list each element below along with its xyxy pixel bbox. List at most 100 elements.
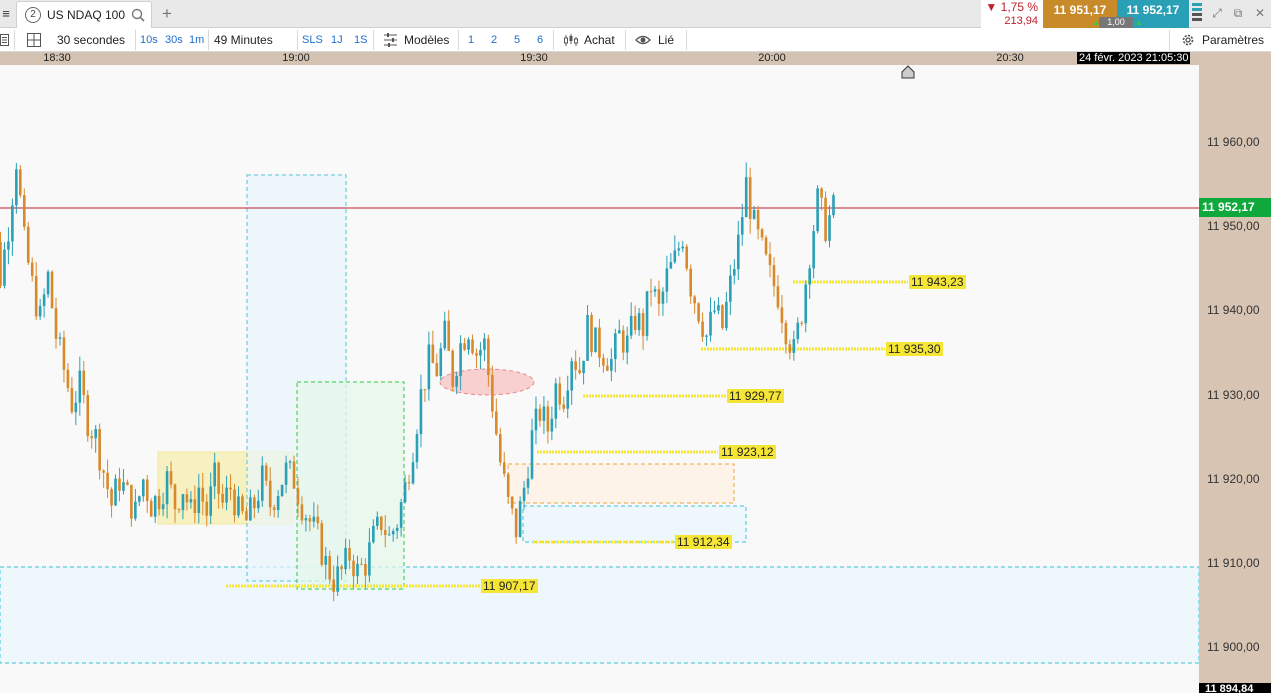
home-marker-icon[interactable] (901, 65, 915, 79)
candle-body (594, 327, 597, 353)
candle-body (292, 461, 296, 489)
candle-body (590, 315, 593, 353)
candle-body (209, 486, 213, 516)
candle-body (19, 169, 22, 196)
candle-body (0, 242, 2, 286)
order-book-icon[interactable] (1192, 3, 1202, 25)
level-label[interactable]: 11 907,17 (481, 579, 538, 593)
time-tick: 19:30 (520, 52, 548, 64)
candle-body (558, 383, 562, 405)
template-slot-1[interactable]: 1 (468, 28, 474, 52)
candle-body (467, 339, 470, 350)
duration-select[interactable]: 49 Minutes (214, 28, 273, 52)
candle-body (586, 315, 589, 361)
candle-body (713, 310, 716, 312)
templates-icon[interactable] (383, 28, 399, 52)
highlight-ellipse[interactable] (439, 368, 535, 396)
level-label[interactable]: 11 929,77 (727, 389, 784, 403)
gear-icon[interactable] (1180, 28, 1196, 52)
candle-body (102, 470, 105, 473)
settings-button[interactable]: Paramètres (1202, 28, 1264, 52)
candle-body (621, 330, 625, 353)
list-icon[interactable] (0, 28, 10, 52)
close-icon[interactable]: ✕ (1252, 5, 1268, 21)
range-1j[interactable]: 1J (331, 28, 343, 52)
price-tick: 11 930,00 (1207, 388, 1260, 402)
level-label[interactable]: 11 935,30 (886, 342, 943, 356)
template-slot-5[interactable]: 5 (514, 28, 520, 52)
candle-body (153, 496, 157, 517)
candle-body (233, 489, 236, 516)
candles-icon[interactable] (563, 28, 579, 52)
range-sls[interactable]: SLS (302, 28, 323, 52)
candle-body (820, 188, 823, 198)
divider (14, 30, 15, 50)
candle-body (249, 497, 252, 521)
candle-body (514, 508, 518, 538)
candle-body (328, 555, 332, 580)
candle-body (768, 254, 772, 266)
divider (297, 30, 298, 50)
tab-number-badge: 2 (25, 7, 41, 23)
search-icon[interactable] (131, 8, 145, 22)
template-slot-2[interactable]: 2 (491, 28, 497, 52)
candle-body (661, 291, 665, 304)
candle-body (538, 408, 542, 421)
interval-1m[interactable]: 1m (189, 28, 204, 52)
candle-body (471, 339, 474, 354)
tab-instrument[interactable]: 2 US NDAQ 100 (16, 1, 152, 28)
up-arrow-icon: ▲ (1135, 18, 1143, 27)
candle-body (296, 488, 300, 505)
expand-icon[interactable]: ⤢ (1209, 5, 1225, 21)
candle-body (665, 268, 669, 292)
candle-body (348, 547, 351, 561)
candle-body (7, 241, 10, 250)
layout-icon[interactable] (27, 28, 43, 52)
range-1s[interactable]: 1S (354, 28, 367, 52)
candle-body (360, 563, 363, 565)
candle-body (372, 525, 375, 543)
candle-body (383, 529, 387, 535)
template-slot-6[interactable]: 6 (537, 28, 543, 52)
interval-10s[interactable]: 10s (140, 28, 158, 52)
chart-area[interactable]: 11 943,23 11 935,30 11 929,77 11 923,12 … (0, 65, 1199, 693)
templates-button[interactable]: Modèles (404, 28, 449, 52)
level-label[interactable]: 11 943,23 (909, 275, 966, 289)
linked-toggle[interactable]: Lié (658, 28, 674, 52)
daily-change: ▼ 1,75 % 213,94 (981, 0, 1043, 28)
price-tick: 11 900,00 (1207, 640, 1260, 654)
candle-body (740, 217, 744, 235)
candle-body (114, 478, 117, 506)
popout-icon[interactable]: ⧉ (1230, 5, 1246, 21)
hamburger-menu-icon[interactable]: ≡ (0, 4, 12, 24)
candle-body (526, 478, 530, 488)
candle-body (245, 511, 248, 521)
candle-body (70, 388, 74, 413)
candle-body (177, 509, 181, 511)
candle-body (11, 205, 14, 242)
candle-body (479, 349, 482, 356)
price-chart[interactable] (0, 65, 1199, 693)
candle-body (792, 339, 796, 353)
candle-body (653, 289, 657, 292)
range-box-orange[interactable] (507, 463, 735, 504)
candle-body (284, 462, 288, 485)
candle-body (614, 333, 617, 360)
candle-body (237, 496, 240, 516)
candle-body (673, 250, 677, 263)
demand-zone[interactable] (0, 566, 1199, 664)
add-tab-button[interactable]: + (162, 5, 172, 23)
eye-icon[interactable] (635, 28, 651, 52)
candle-body (566, 390, 570, 409)
candle-body (693, 296, 696, 304)
level-label[interactable]: 11 923,12 (719, 445, 776, 459)
interval-30s[interactable]: 30s (165, 28, 183, 52)
level-label[interactable]: 11 912,34 (675, 535, 732, 549)
candle-body (780, 307, 784, 323)
interval-select[interactable]: 30 secondes (57, 28, 125, 52)
candle-body (82, 370, 86, 395)
candle-body (744, 177, 748, 218)
buy-order-button[interactable]: Achat (584, 28, 615, 52)
candle-body (748, 177, 752, 219)
candle-body (344, 547, 347, 570)
